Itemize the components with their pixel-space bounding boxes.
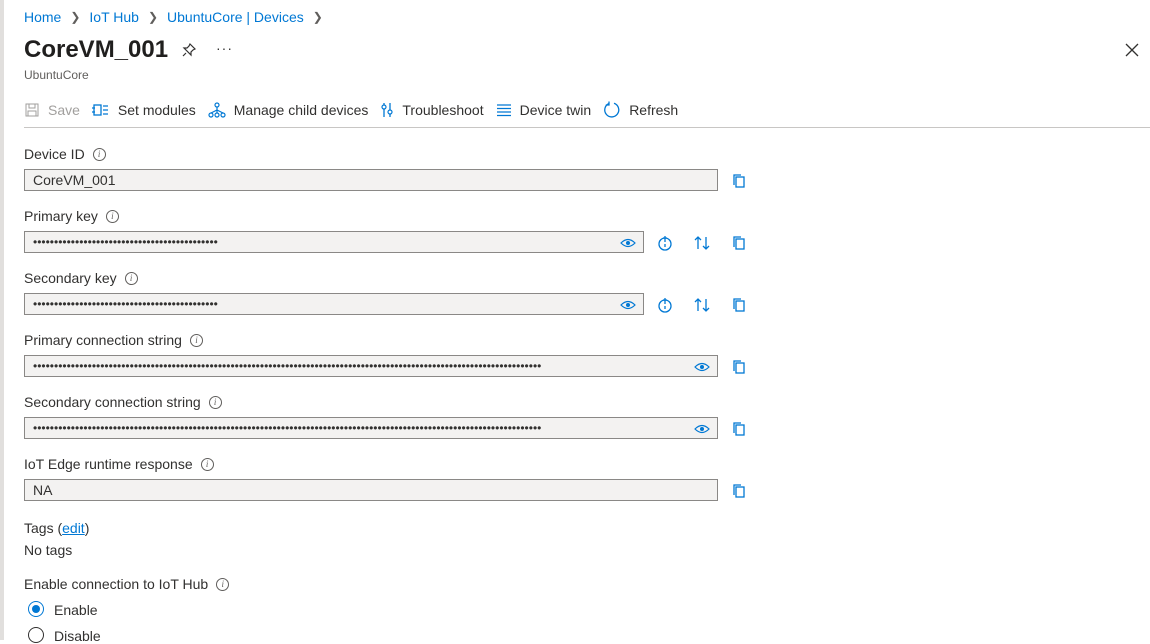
list-icon	[496, 104, 511, 117]
enable-connection-label: Enable connection to IoT Hub i	[24, 576, 230, 592]
secondary-connection-string-label: Secondary connection string i	[24, 394, 222, 410]
troubleshoot-button[interactable]: Troubleshoot	[380, 102, 484, 118]
copy-icon[interactable]	[731, 359, 747, 380]
info-icon[interactable]: i	[216, 577, 230, 591]
manage-child-devices-button[interactable]: Manage child devices	[208, 102, 369, 118]
copy-icon[interactable]	[731, 483, 747, 504]
regenerate-key-icon[interactable]	[657, 297, 673, 318]
command-bar: Save Set modules Manage child devices Tr…	[24, 99, 690, 121]
page-subtitle: UbuntuCore	[24, 68, 89, 82]
edge-runtime-response-field[interactable]: NA	[24, 479, 718, 501]
info-icon[interactable]: i	[200, 457, 214, 471]
chevron-right-icon: ❯	[147, 10, 159, 24]
disable-radio[interactable]	[28, 627, 44, 643]
enable-radio-label[interactable]: Enable	[54, 602, 98, 618]
info-icon[interactable]: i	[189, 333, 203, 347]
primary-connection-string-label: Primary connection string i	[24, 332, 203, 348]
refresh-button[interactable]: Refresh	[603, 101, 678, 119]
close-icon[interactable]	[1124, 42, 1140, 63]
chevron-right-icon: ❯	[70, 10, 81, 24]
info-icon[interactable]: i	[124, 271, 138, 285]
copy-icon[interactable]	[731, 235, 747, 256]
copy-icon[interactable]	[731, 421, 747, 442]
copy-icon[interactable]	[731, 297, 747, 318]
pin-icon[interactable]	[181, 42, 197, 63]
swap-keys-icon[interactable]	[694, 297, 710, 318]
show-value-eye-icon[interactable]	[694, 360, 710, 376]
edge-runtime-response-label: IoT Edge runtime response i	[24, 456, 214, 472]
manage-child-devices-label: Manage child devices	[233, 102, 369, 118]
left-panel-border	[0, 0, 4, 640]
more-options-button[interactable]: ···	[216, 40, 233, 56]
troubleshoot-icon	[381, 103, 393, 117]
device-twin-button[interactable]: Device twin	[496, 102, 592, 118]
info-icon[interactable]: i	[208, 395, 222, 409]
tags-label: Tags (edit)	[24, 520, 90, 536]
set-modules-label: Set modules	[117, 102, 196, 118]
secondary-key-field[interactable]: ••••••••••••••••••••••••••••••••••••••••…	[24, 293, 644, 315]
info-icon[interactable]: i	[105, 209, 119, 223]
primary-key-label: Primary key i	[24, 208, 119, 224]
info-icon[interactable]: i	[92, 147, 106, 161]
secondary-key-label: Secondary key i	[24, 270, 138, 286]
save-label: Save	[48, 102, 80, 118]
primary-connection-string-field[interactable]: ••••••••••••••••••••••••••••••••••••••••…	[24, 355, 718, 377]
show-value-eye-icon[interactable]	[694, 422, 710, 438]
modules-icon	[91, 104, 108, 116]
set-modules-button[interactable]: Set modules	[91, 102, 196, 118]
enable-radio[interactable]	[28, 601, 44, 617]
edit-tags-link[interactable]: edit	[62, 520, 85, 536]
disable-radio-label[interactable]: Disable	[54, 628, 101, 644]
toolbar-divider	[24, 127, 1150, 128]
refresh-label: Refresh	[629, 102, 679, 118]
hierarchy-icon	[208, 102, 226, 118]
breadcrumb: Home ❯ IoT Hub ❯ UbuntuCore | Devices ❯	[24, 9, 332, 25]
copy-icon[interactable]	[731, 173, 747, 194]
troubleshoot-label: Troubleshoot	[402, 102, 484, 118]
breadcrumb-iot-hub[interactable]: IoT Hub	[89, 9, 139, 25]
page-title: CoreVM_001	[24, 36, 169, 63]
device-id-label: Device ID i	[24, 146, 106, 162]
refresh-icon	[604, 101, 620, 118]
device-id-field[interactable]: CoreVM_001	[24, 169, 718, 191]
swap-keys-icon[interactable]	[694, 235, 710, 256]
tags-value: No tags	[24, 542, 73, 558]
regenerate-key-icon[interactable]	[657, 235, 673, 256]
breadcrumb-home[interactable]: Home	[24, 9, 61, 25]
show-value-eye-icon[interactable]	[620, 236, 636, 252]
save-button[interactable]: Save	[24, 102, 80, 118]
chevron-right-icon: ❯	[312, 10, 323, 24]
save-icon	[25, 103, 39, 117]
show-value-eye-icon[interactable]	[620, 298, 636, 314]
primary-key-field[interactable]: ••••••••••••••••••••••••••••••••••••••••…	[24, 231, 644, 253]
device-twin-label: Device twin	[519, 102, 592, 118]
breadcrumb-devices[interactable]: UbuntuCore | Devices	[167, 9, 304, 25]
secondary-connection-string-field[interactable]: ••••••••••••••••••••••••••••••••••••••••…	[24, 417, 718, 439]
